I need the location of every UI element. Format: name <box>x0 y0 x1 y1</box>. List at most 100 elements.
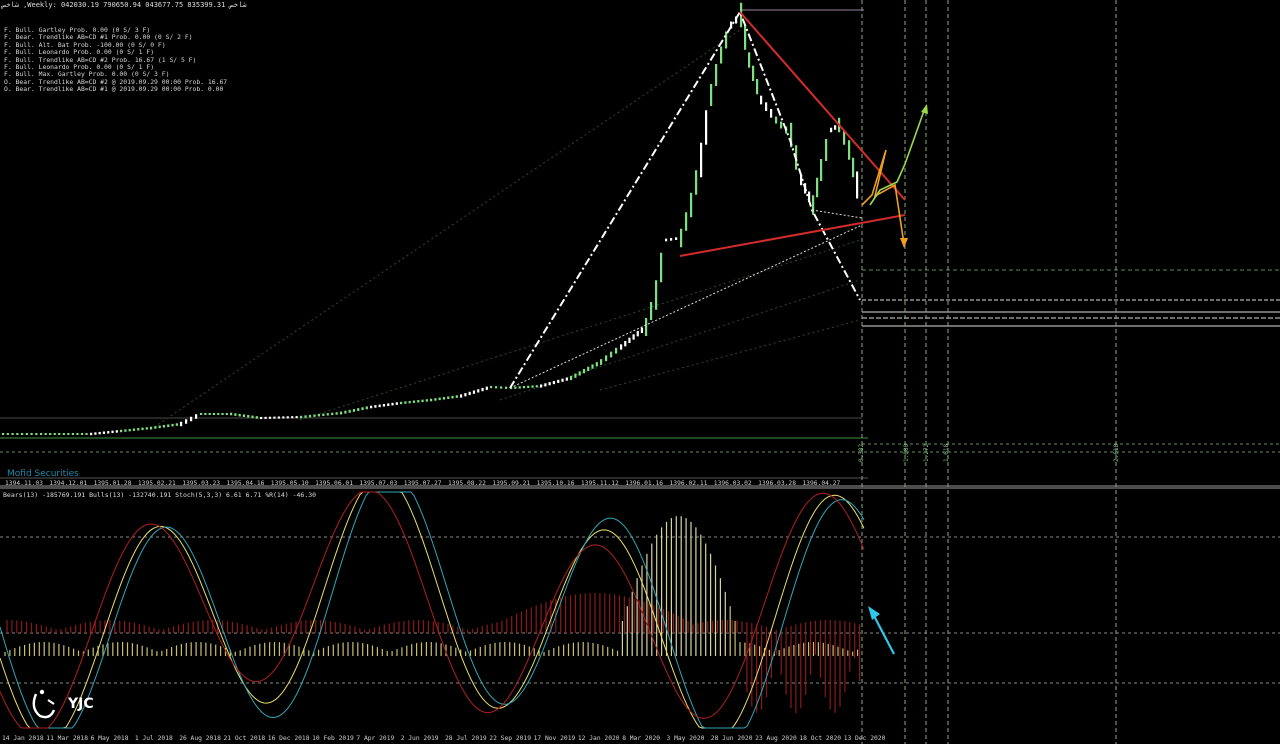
candle <box>171 423 174 427</box>
candle <box>382 404 386 407</box>
candle <box>442 397 446 400</box>
candle <box>548 382 551 386</box>
candle <box>605 355 608 362</box>
candle <box>695 170 698 195</box>
candle <box>387 403 390 406</box>
candle <box>400 401 403 405</box>
fib-level-label: 1.000 <box>903 443 910 462</box>
candle <box>124 429 127 432</box>
candle <box>756 79 759 95</box>
candle <box>331 412 334 416</box>
candle <box>300 415 303 419</box>
lower-date-label: 22 Sep 2019 <box>489 735 531 742</box>
upper-date-label: 1395.08.22 <box>448 480 486 487</box>
lower-date-label: 2 Jun 2019 <box>400 735 439 742</box>
candle <box>830 127 833 133</box>
candle <box>417 400 420 403</box>
candle <box>660 252 663 283</box>
candle <box>71 433 75 435</box>
candle <box>141 427 144 431</box>
candle <box>295 416 298 419</box>
candle <box>505 386 508 389</box>
candle <box>344 410 347 414</box>
candle <box>531 385 534 388</box>
candle <box>340 411 343 415</box>
indicator-label: Bears(13) -185769.191 Bulls(13) -132740.… <box>3 491 317 499</box>
candle <box>221 413 224 415</box>
candle <box>582 369 586 374</box>
candle <box>514 386 517 389</box>
candle <box>408 400 411 404</box>
candle <box>522 386 526 389</box>
projection-orange <box>861 149 905 245</box>
candle <box>710 84 713 106</box>
candle <box>632 334 635 340</box>
candle <box>44 433 47 435</box>
fib-level-label: 1.618 <box>943 443 950 462</box>
candle <box>434 398 437 401</box>
upper-date-label: 1396.03.28 <box>758 480 797 487</box>
candle <box>348 409 351 413</box>
candle <box>665 238 668 242</box>
lower-date-label: 18 Oct 2020 <box>799 735 842 742</box>
candle <box>217 413 220 415</box>
candle <box>200 413 203 415</box>
candle <box>185 419 188 424</box>
candle <box>335 412 338 415</box>
candle <box>352 409 356 412</box>
candle <box>282 416 285 419</box>
candle <box>162 425 166 428</box>
candle <box>115 430 118 433</box>
candle <box>62 433 65 435</box>
candle <box>715 64 718 86</box>
candle <box>374 405 377 408</box>
candle <box>175 423 178 426</box>
candle <box>308 414 312 418</box>
candle <box>247 415 250 418</box>
upper-date-label: 1394.12.01 <box>49 480 88 487</box>
candle <box>816 177 819 198</box>
candle <box>610 351 613 358</box>
candle <box>848 140 851 160</box>
candle <box>268 416 272 419</box>
candle <box>154 426 157 429</box>
candle <box>80 433 84 435</box>
candle <box>412 400 416 403</box>
candle <box>230 412 233 416</box>
lower-date-label: 10 Feb 2019 <box>312 735 354 742</box>
candle <box>552 381 556 385</box>
candle <box>540 384 543 388</box>
candle <box>21 433 24 435</box>
candle <box>820 159 823 181</box>
candle <box>102 431 106 434</box>
candle <box>628 337 631 343</box>
candle <box>357 408 360 411</box>
candle <box>404 401 407 404</box>
candle <box>322 413 325 416</box>
brand-label: Mofid Securities <box>7 469 79 479</box>
candle <box>748 52 751 68</box>
fib-level-label: 1.272 <box>923 443 930 462</box>
candle <box>430 398 433 402</box>
candle <box>204 413 207 415</box>
fan-line <box>599 319 861 391</box>
candle <box>76 433 79 435</box>
candle <box>557 379 560 383</box>
candle <box>120 429 123 433</box>
candle <box>132 428 136 431</box>
candle <box>90 432 93 436</box>
candle <box>544 383 547 387</box>
lower-date-label: 14 Jan 2018 <box>2 735 44 742</box>
candle <box>578 371 581 376</box>
lower-date-label: 28 Jul 2019 <box>445 735 487 742</box>
candle <box>856 171 859 199</box>
candle <box>98 431 101 435</box>
candle <box>852 157 855 178</box>
candle <box>438 397 441 401</box>
lower-date-label: 16 Dec 2018 <box>267 735 310 742</box>
candle <box>167 424 170 427</box>
chart-canvas[interactable] <box>0 0 1280 744</box>
candle <box>472 390 476 394</box>
fan-line <box>299 239 861 421</box>
lower-date-label: 7 Apr 2019 <box>356 735 395 742</box>
